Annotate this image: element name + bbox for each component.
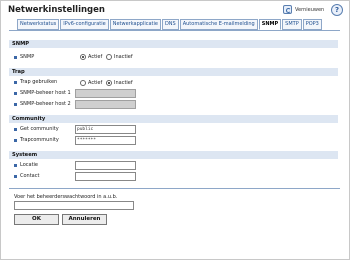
bullet-icon: [14, 55, 17, 59]
tab-automatische-e-mailmelding[interactable]: Automatische E-mailmelding: [179, 19, 258, 30]
admin-password-label: Voer het beheerderswachtwoord in a.u.b.: [14, 194, 118, 200]
trap-inactief-label: Inactief: [114, 80, 133, 86]
footer-divider: [9, 188, 340, 189]
bullet-icon: [14, 127, 17, 131]
cancel-button[interactable]: Annuleren: [62, 214, 107, 225]
snmp-inactief-label: Inactief: [114, 54, 133, 60]
get-community-input[interactable]: public: [75, 125, 136, 134]
contact-input[interactable]: [75, 172, 136, 181]
trap-host1-label: SNMP-beheer host 1: [20, 90, 71, 96]
section-trap-heading: Trap: [9, 68, 338, 76]
location-row: Locatie: [14, 161, 38, 169]
get-community-label: Get community: [20, 126, 59, 132]
trap-host2-input[interactable]: [75, 100, 136, 109]
snmp-inactief-radio[interactable]: Inactief: [106, 54, 133, 60]
section-system-heading: Systeem: [9, 151, 338, 159]
refresh-label: Vernieuwen: [295, 6, 325, 13]
trap-actief-radio[interactable]: Actief: [80, 80, 102, 86]
snmp-row: SNMP: [14, 53, 34, 61]
bullet-icon: [14, 91, 17, 95]
tab-netwerkapplicatie[interactable]: Netwerkapplicatie: [109, 19, 161, 30]
tab-smtp[interactable]: SMTP: [282, 19, 302, 30]
ok-button[interactable]: OK: [14, 214, 59, 225]
trap-use-row: Trap gebruiken: [14, 78, 57, 86]
snmp-actief-label: Actief: [88, 54, 103, 60]
admin-password-input[interactable]: [14, 201, 134, 210]
trap-community-label: Trapcommunity: [20, 137, 59, 143]
snmp-label: SNMP: [20, 54, 35, 60]
contact-label: Contact: [20, 173, 40, 179]
trap-inactief-radio[interactable]: Inactief: [106, 80, 133, 86]
tab-netwerkstatus[interactable]: Netwerkstatus: [17, 19, 60, 30]
get-community-row: Get community: [14, 125, 59, 133]
contact-row: Contact: [14, 172, 39, 180]
trap-actief-label: Actief: [88, 80, 103, 86]
trap-use-label: Trap gebruiken: [20, 79, 58, 85]
tab-bar: Netwerkstatus IPv6-configuratie Netwerka…: [17, 19, 322, 30]
tab-ipv6-configuratie[interactable]: IPv6-configuratie: [60, 19, 109, 30]
help-icon[interactable]: ?: [331, 4, 343, 16]
refresh-button[interactable]: Vernieuwen: [283, 5, 324, 14]
trap-host1-input[interactable]: [75, 89, 136, 98]
trap-host2-label: SNMP-beheer host 2: [20, 101, 71, 107]
bullet-icon: [14, 80, 17, 84]
location-input[interactable]: [75, 161, 136, 170]
snmp-actief-radio[interactable]: Actief: [80, 54, 102, 60]
page-title: Netwerkinstellingen: [8, 5, 105, 15]
trap-host2-row: SNMP-beheer host 2: [14, 100, 71, 108]
trap-host1-row: SNMP-beheer host 1: [14, 89, 71, 97]
bullet-icon: [14, 138, 17, 142]
section-community-heading: Community: [9, 115, 338, 123]
radio-empty-icon: [106, 54, 112, 60]
tab-divider: [9, 30, 340, 31]
tab-snmp[interactable]: SNMP: [258, 19, 282, 30]
bullet-icon: [14, 174, 17, 178]
tab-pop3[interactable]: POP3: [302, 19, 322, 30]
refresh-icon: [283, 5, 292, 14]
trap-community-input[interactable]: *******: [75, 136, 136, 145]
tab-dns[interactable]: DNS: [161, 19, 179, 30]
bullet-icon: [14, 102, 17, 106]
radio-selected-icon: [80, 54, 86, 60]
radio-selected-icon: [106, 80, 112, 86]
trap-community-row: Trapcommunity: [14, 136, 59, 144]
location-label: Locatie: [20, 162, 38, 168]
bullet-icon: [14, 163, 17, 167]
radio-empty-icon: [80, 80, 86, 86]
section-snmp-heading: SNMP: [9, 40, 338, 48]
